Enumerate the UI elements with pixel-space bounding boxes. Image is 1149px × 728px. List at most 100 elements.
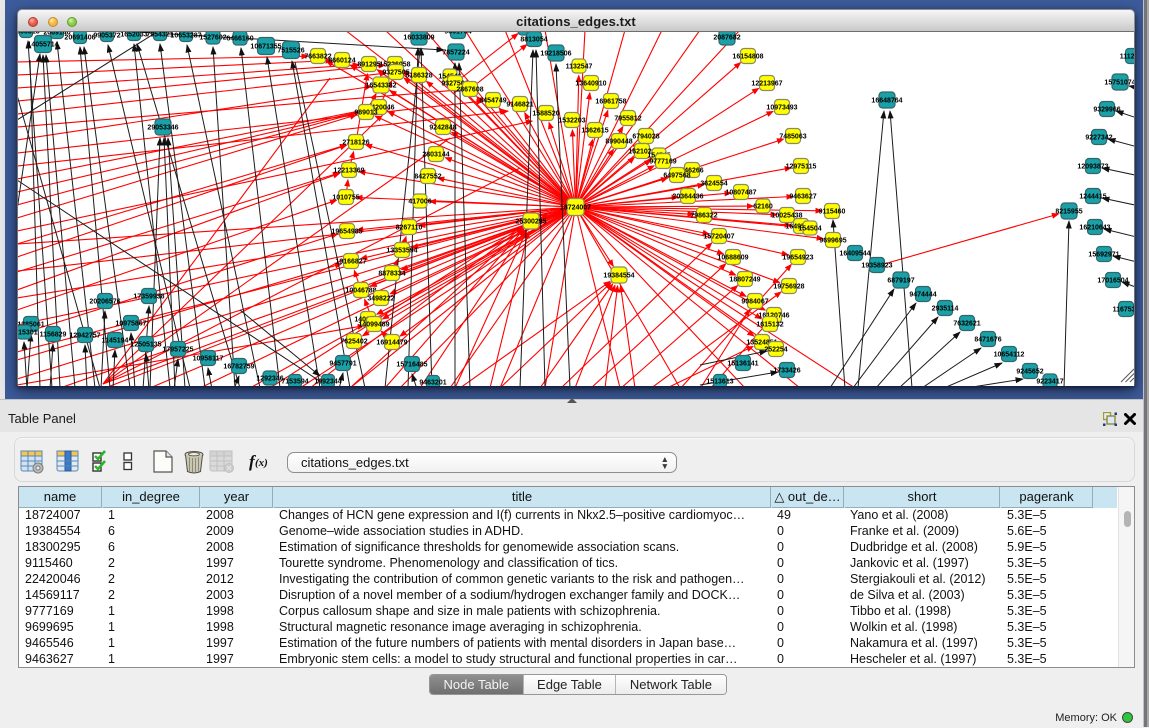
svg-text:1092344: 1092344	[314, 378, 341, 385]
svg-text:6466160: 6466160	[226, 35, 253, 42]
svg-text:16543382: 16543382	[365, 82, 396, 89]
svg-text:16210643: 16210643	[1079, 224, 1110, 231]
svg-text:8878334: 8878334	[378, 270, 405, 277]
svg-text:1532203: 1532203	[558, 117, 585, 124]
svg-text:9457791: 9457791	[329, 360, 356, 367]
svg-text:62160: 62160	[753, 203, 773, 210]
svg-text:8990448: 8990448	[605, 138, 632, 145]
svg-text:1652033: 1652033	[120, 32, 147, 38]
svg-text:1132547: 1132547	[566, 63, 593, 70]
svg-text:9777169: 9777169	[649, 158, 676, 165]
svg-text:1156829: 1156829	[40, 331, 67, 338]
svg-text:18724007: 18724007	[560, 204, 591, 211]
svg-text:3498222: 3498222	[367, 295, 394, 302]
svg-text:8454749: 8454749	[479, 97, 506, 104]
svg-text:19384554: 19384554	[603, 272, 634, 279]
svg-text:17016504: 17016504	[1097, 277, 1128, 284]
svg-text:9084067: 9084067	[741, 298, 768, 305]
svg-text:2718126: 2718126	[342, 139, 369, 146]
svg-text:10958117: 10958117	[193, 355, 224, 362]
svg-text:16409544: 16409544	[839, 250, 870, 257]
svg-text:154504: 154504	[798, 225, 821, 232]
svg-text:9905372: 9905372	[93, 32, 120, 39]
svg-text:8660124: 8660124	[328, 57, 355, 64]
svg-text:25300295: 25300295	[515, 218, 546, 225]
svg-text:9463627: 9463627	[789, 193, 816, 200]
svg-text:10688609: 10688609	[717, 254, 748, 261]
svg-text:7625402: 7625402	[340, 338, 367, 345]
svg-text:16033809: 16033809	[403, 34, 434, 41]
svg-text:9699695: 9699695	[819, 237, 846, 244]
svg-text:1733426: 1733426	[773, 367, 800, 374]
svg-text:9315301: 9315301	[18, 329, 38, 336]
svg-text:252254: 252254	[764, 346, 787, 353]
svg-text:989013: 989013	[354, 109, 377, 116]
svg-text:16961758: 16961758	[595, 98, 626, 105]
svg-text:16648764: 16648764	[871, 97, 902, 104]
svg-text:9223417: 9223417	[1036, 378, 1063, 385]
svg-text:6879197: 6879197	[887, 277, 914, 284]
svg-text:8186328: 8186328	[405, 72, 432, 79]
svg-text:9115460: 9115460	[819, 208, 846, 215]
svg-text:8471676: 8471676	[974, 336, 1001, 343]
svg-text:10046788: 10046788	[345, 287, 376, 294]
svg-text:17359938: 17359938	[133, 293, 164, 300]
svg-text:7632621: 7632621	[953, 320, 980, 327]
svg-text:1010755: 1010755	[332, 194, 359, 201]
svg-text:12975115: 12975115	[786, 163, 817, 170]
svg-text:16154808: 16154808	[732, 53, 763, 60]
svg-text:7857224: 7857224	[442, 49, 469, 56]
svg-text:891295: 891295	[357, 61, 380, 68]
svg-text:1905313: 1905313	[18, 32, 40, 35]
svg-text:7986322: 7986322	[690, 212, 717, 219]
svg-text:13640910: 13640910	[575, 80, 606, 87]
svg-text:12942757: 12942757	[69, 332, 100, 339]
svg-text:9146821: 9146821	[506, 101, 533, 108]
svg-text:1615132: 1615132	[756, 321, 783, 328]
svg-text:15751074: 15751074	[1104, 79, 1134, 86]
svg-text:8427552: 8427552	[414, 173, 441, 180]
svg-text:15720407: 15720407	[703, 233, 734, 240]
svg-text:7955812: 7955812	[614, 115, 641, 122]
svg-text:2867608: 2867608	[456, 86, 483, 93]
svg-text:1527602: 1527602	[199, 34, 226, 41]
svg-text:1513613: 1513613	[706, 378, 733, 385]
svg-text:7153594: 7153594	[281, 378, 308, 385]
svg-text:10654112: 10654112	[994, 351, 1025, 358]
svg-text:9463201: 9463201	[419, 379, 446, 386]
svg-text:16782759: 16782759	[223, 363, 254, 370]
svg-text:417006: 417006	[408, 198, 431, 205]
svg-text:9361754: 9361754	[444, 32, 471, 35]
svg-text:14055714: 14055714	[27, 41, 58, 48]
svg-text:8267110: 8267110	[396, 224, 423, 231]
svg-text:10973493: 10973493	[766, 104, 797, 111]
svg-text:9245652: 9245652	[1016, 368, 1043, 375]
svg-text:1292346: 1292346	[256, 375, 283, 382]
svg-text:15136141: 15136141	[727, 360, 758, 367]
svg-text:1244415: 1244415	[1079, 193, 1106, 200]
svg-text:17957225: 17957225	[162, 346, 193, 353]
svg-text:29053346: 29053346	[147, 124, 178, 131]
svg-text:3624554: 3624554	[700, 180, 727, 187]
svg-text:12213369: 12213369	[333, 167, 364, 174]
svg-text:10807487: 10807487	[725, 189, 756, 196]
svg-text:13353594: 13353594	[386, 247, 417, 254]
svg-text:12505135: 12505135	[130, 341, 161, 348]
svg-text:12093873: 12093873	[1077, 163, 1108, 170]
svg-text:12213967: 12213967	[751, 80, 782, 87]
svg-text:6794028: 6794028	[632, 133, 659, 140]
svg-text:14099489: 14099489	[358, 321, 389, 328]
svg-text:19218506: 19218506	[540, 50, 571, 57]
svg-text:9227342: 9227342	[1085, 134, 1112, 141]
svg-text:1145194: 1145194	[102, 337, 129, 344]
svg-text:15692971: 15692971	[1088, 251, 1119, 258]
svg-text:16914479: 16914479	[376, 339, 407, 346]
svg-text:19756928: 19756928	[773, 283, 804, 290]
svg-text:19654985: 19654985	[331, 228, 362, 235]
svg-text:10653287: 10653287	[170, 32, 201, 39]
svg-text:6497568: 6497568	[663, 172, 690, 179]
svg-text:9329966: 9329966	[1093, 106, 1120, 113]
svg-text:(x): (x)	[255, 457, 268, 469]
svg-text:9242848: 9242848	[429, 124, 456, 131]
svg-text:1588520: 1588520	[532, 110, 559, 117]
